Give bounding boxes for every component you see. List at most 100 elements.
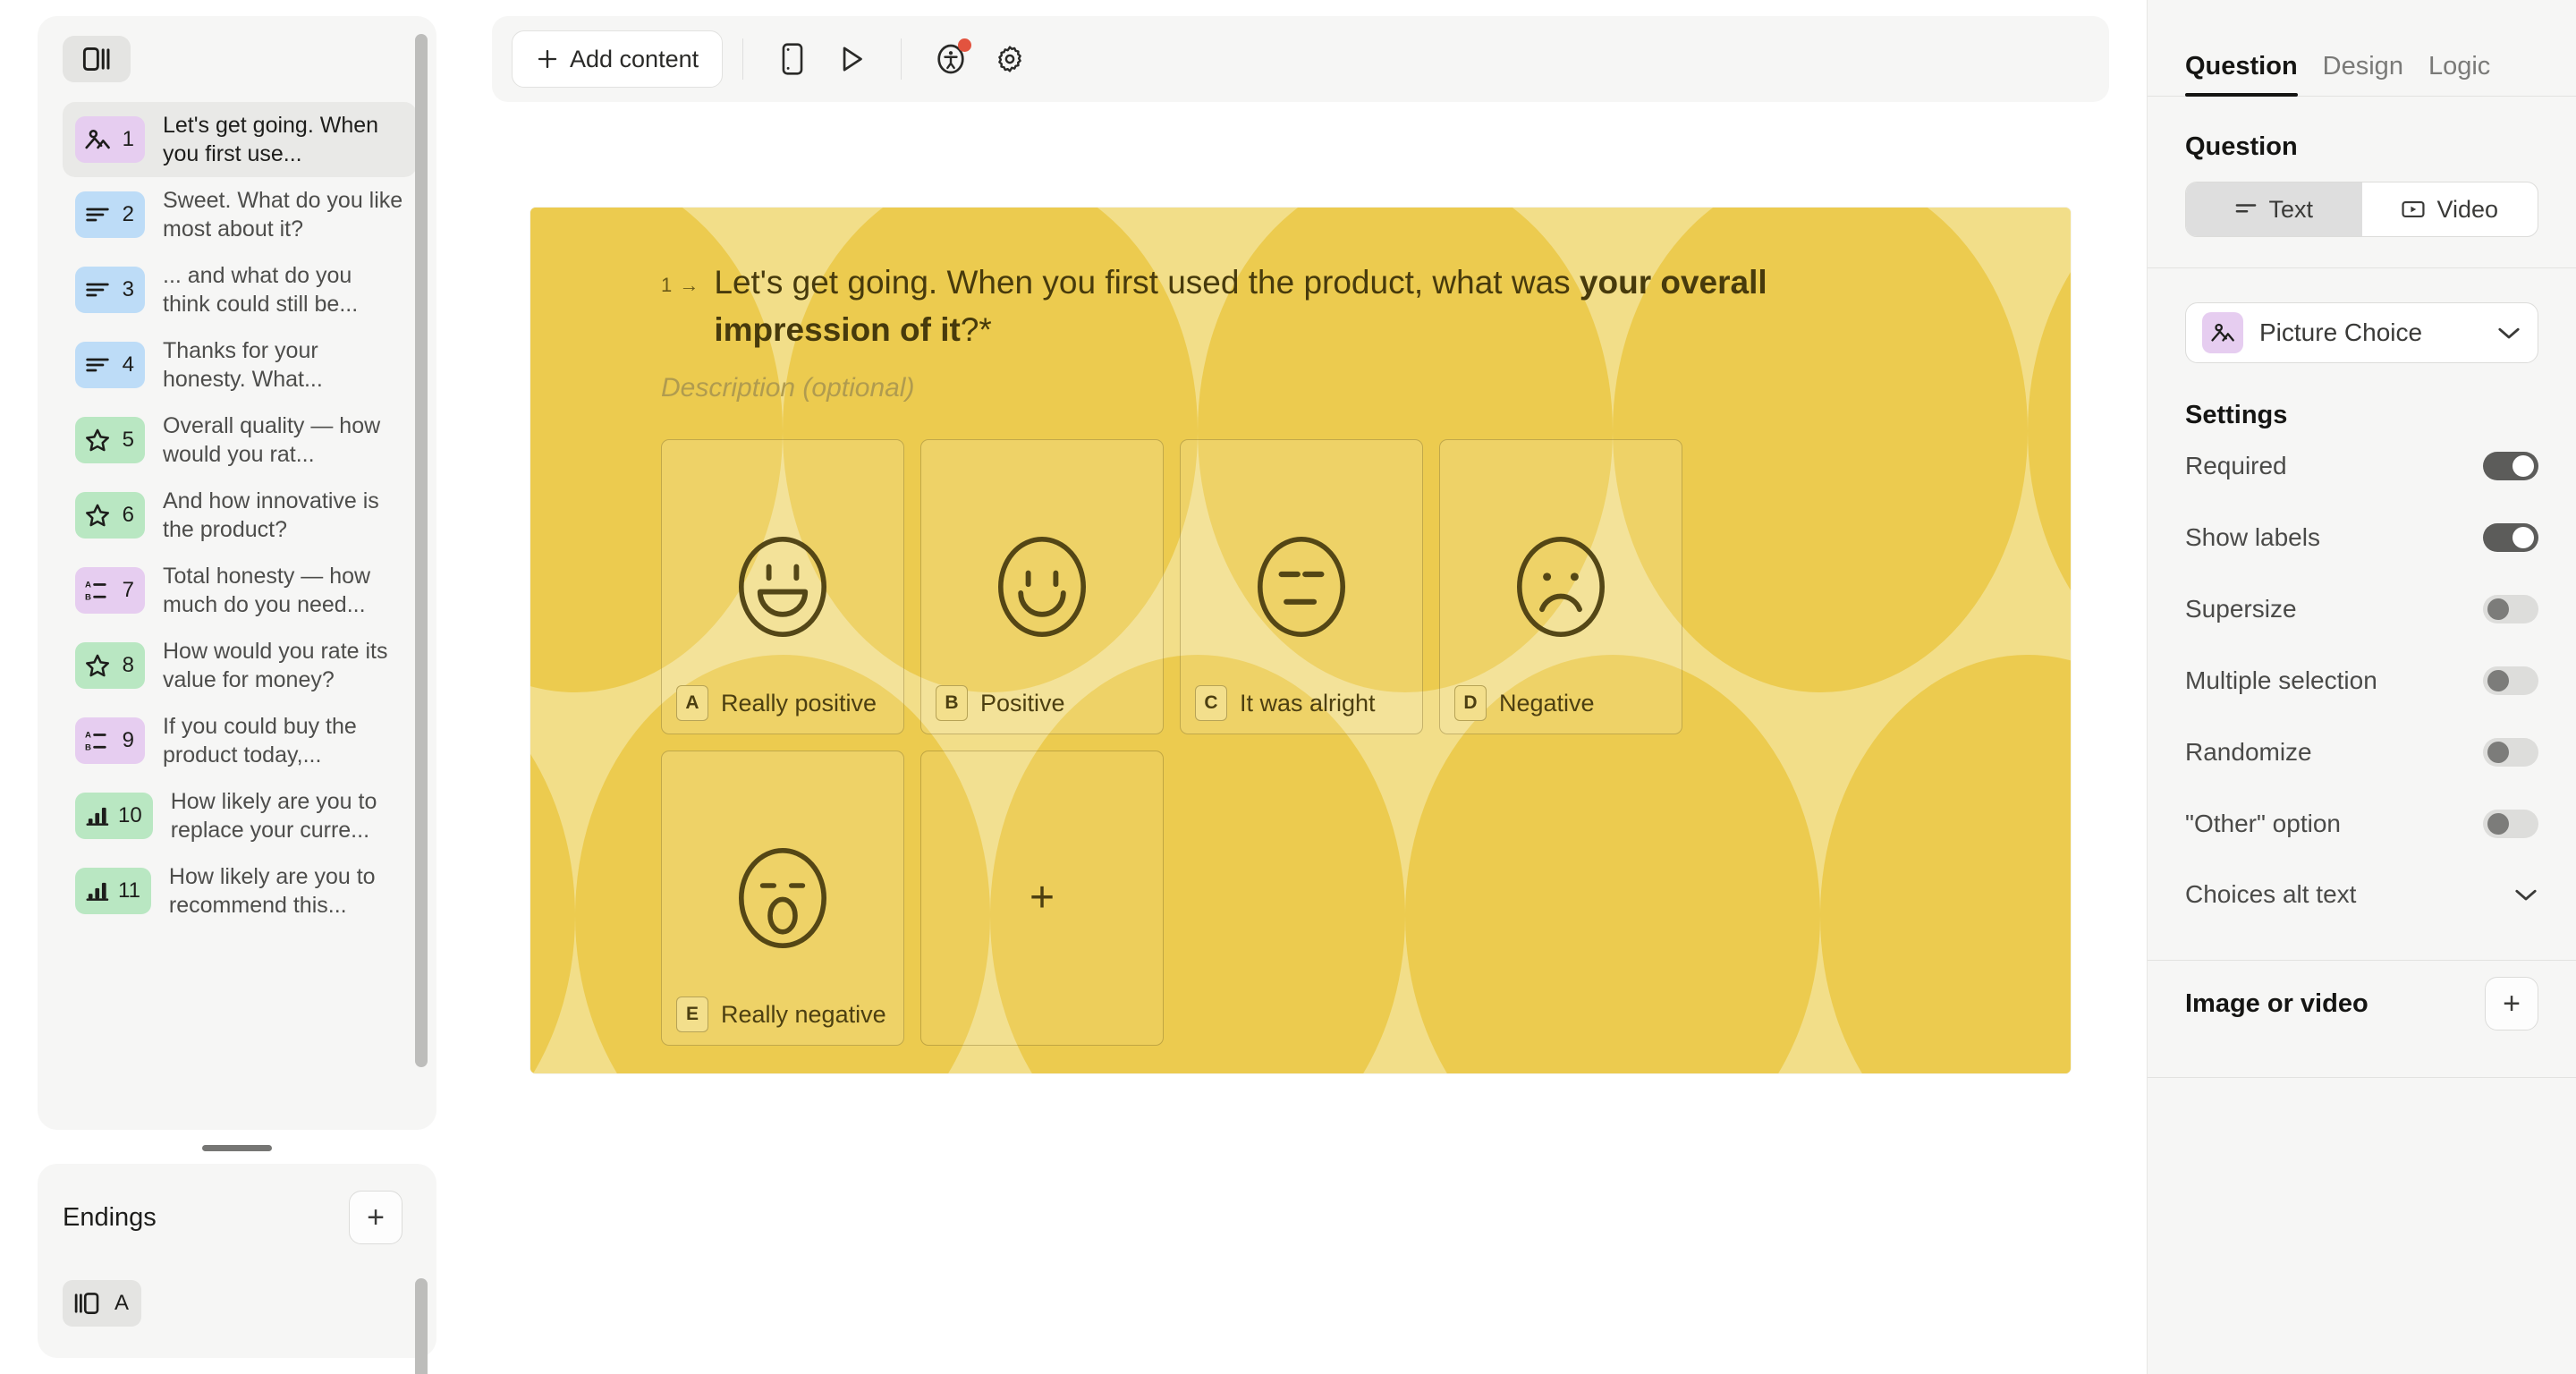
- sidebar-question-3[interactable]: 3 ... and what do you think could still …: [63, 252, 417, 327]
- sidebar-question-9[interactable]: A B 9 If you could buy the product today…: [63, 703, 417, 778]
- grinning-face-icon: [739, 537, 826, 638]
- question-number: 1 →: [661, 259, 699, 297]
- choices-alt-text-label: Choices alt text: [2185, 880, 2357, 908]
- choice-label: It was alright: [1240, 689, 1376, 717]
- tab-design[interactable]: Design: [2323, 52, 2403, 96]
- question-title-preview: Overall quality — how would you rat...: [163, 413, 381, 467]
- choice-label: Really positive: [721, 689, 877, 717]
- question-title-plain: Let's get going. When you first used the…: [714, 264, 1580, 301]
- question-type-select[interactable]: Picture Choice: [2185, 302, 2538, 363]
- image-or-video-row: Image or video +: [2185, 961, 2538, 1047]
- picture-choice-a[interactable]: A Really positive: [661, 439, 904, 735]
- setting-row: Multiple selection: [2185, 645, 2538, 717]
- chevron-down-icon: [2498, 327, 2520, 339]
- media-type-video[interactable]: Video: [2362, 182, 2538, 236]
- setting-label: Supersize: [2185, 595, 2297, 623]
- long-text-icon: [86, 208, 109, 222]
- ending-item-a[interactable]: A: [63, 1280, 141, 1327]
- question-index: 1: [122, 127, 134, 151]
- svg-text:A: A: [85, 581, 91, 590]
- panel-divider-3: [2148, 1077, 2576, 1078]
- question-title-preview: If you could buy the product today,...: [163, 714, 357, 768]
- questions-scrollbar[interactable]: [415, 34, 428, 1067]
- media-type-text[interactable]: Text: [2186, 182, 2362, 236]
- toggle-knob: [2512, 455, 2534, 477]
- sidebar-question-1[interactable]: 1 Let's get going. When you first use...: [63, 102, 417, 177]
- add-picture-choice-button[interactable]: +: [920, 751, 1164, 1047]
- rating-star-icon: [86, 428, 109, 452]
- setting-toggle[interactable]: [2483, 595, 2538, 623]
- question-index: 7: [122, 578, 134, 602]
- add-image-or-video-button[interactable]: +: [2485, 977, 2538, 1030]
- sidebar-question-7[interactable]: A B 7 Total honesty — how much do you ne…: [63, 553, 417, 628]
- choice-label: Negative: [1499, 689, 1595, 717]
- toggle-knob: [2487, 813, 2509, 835]
- endings-scrollbar[interactable]: [415, 1278, 428, 1374]
- picture-choice-e[interactable]: E Really negative: [661, 751, 904, 1047]
- question-type-badge: 10: [75, 793, 153, 839]
- question-description-placeholder[interactable]: Description (optional): [661, 373, 2008, 403]
- tab-logic[interactable]: Logic: [2428, 52, 2490, 96]
- sidebar-question-10[interactable]: 10 How likely are you to replace your cu…: [63, 778, 417, 853]
- astonished-face-icon: [739, 848, 826, 949]
- question-index: 3: [122, 277, 134, 301]
- picture-choice-b[interactable]: B Positive: [920, 439, 1164, 735]
- panel-resize-handle[interactable]: [202, 1145, 272, 1151]
- picture-choice-c[interactable]: C It was alright: [1180, 439, 1423, 735]
- multiple-choice-icon: A B: [85, 581, 106, 602]
- setting-label: Randomize: [2185, 738, 2312, 766]
- canvas-content: 1 → Let's get going. When you first used…: [530, 208, 2071, 1073]
- tab-question[interactable]: Question: [2185, 52, 2298, 97]
- setting-toggle[interactable]: [2483, 666, 2538, 695]
- question-index: 2: [122, 202, 134, 226]
- setting-toggle[interactable]: [2483, 738, 2538, 767]
- question-title-preview: Total honesty — how much do you need...: [163, 564, 371, 617]
- preview-button[interactable]: [822, 31, 881, 87]
- sidebar-question-5[interactable]: 5 Overall quality — how would you rat...: [63, 403, 417, 478]
- chevron-down-icon: [2515, 889, 2537, 901]
- svg-text:A: A: [85, 731, 91, 741]
- question-type-badge: 8: [75, 642, 145, 689]
- question-type-badge: 4: [75, 342, 145, 388]
- mobile-preview-button[interactable]: [763, 31, 822, 87]
- question-index: 9: [122, 728, 134, 752]
- sidebar-question-2[interactable]: 2 Sweet. What do you like most about it?: [63, 177, 417, 252]
- sidebar-question-6[interactable]: 6 And how innovative is the product?: [63, 478, 417, 553]
- opinion-scale-icon: [86, 882, 109, 901]
- add-ending-button[interactable]: +: [349, 1191, 402, 1244]
- accessibility-button[interactable]: [921, 31, 980, 87]
- smiling-face-icon: [998, 537, 1086, 638]
- panel-collapse-button[interactable]: [63, 36, 131, 82]
- sidebar-question-4[interactable]: 4 Thanks for your honesty. What...: [63, 327, 417, 403]
- plus-icon: [538, 49, 557, 69]
- setting-toggle[interactable]: [2483, 810, 2538, 838]
- setting-label: Multiple selection: [2185, 666, 2377, 694]
- choice-footer: E Really negative: [676, 997, 886, 1033]
- question-type-badge: 6: [75, 492, 145, 539]
- settings-button[interactable]: [980, 31, 1039, 87]
- app-root: 1 Let's get going. When you first use...…: [0, 0, 2576, 1374]
- question-type-badge: 11: [75, 868, 151, 914]
- setting-toggle[interactable]: [2483, 523, 2538, 552]
- neutral-face-icon: [1258, 537, 1345, 638]
- question-title[interactable]: Let's get going. When you first used the…: [714, 259, 1769, 353]
- sidebar-question-8[interactable]: 8 How would you rate its value for money…: [63, 628, 417, 703]
- mobile-icon: [782, 43, 803, 75]
- question-canvas: 1 → Let's get going. When you first used…: [530, 208, 2071, 1073]
- picture-choice-d[interactable]: D Negative: [1439, 439, 1682, 735]
- question-title-preview: ... and what do you think could still be…: [163, 263, 359, 317]
- setting-label: Show labels: [2185, 523, 2320, 551]
- toolbar-divider-2: [901, 38, 902, 80]
- add-content-button[interactable]: Add content: [512, 30, 724, 88]
- frowning-face-icon: [1517, 537, 1605, 638]
- ending-screen-icon: [74, 1293, 99, 1314]
- picture-choice-grid: A Really positive B Positive C It was al…: [661, 439, 1699, 1047]
- choices-alt-text-row[interactable]: Choices alt text: [2185, 860, 2538, 929]
- setting-toggle[interactable]: [2483, 452, 2538, 480]
- choice-footer: D Negative: [1454, 685, 1595, 722]
- sidebar-question-11[interactable]: 11 How likely are you to recommend this.…: [63, 853, 417, 929]
- setting-row: Required: [2185, 430, 2538, 502]
- right-settings-panel: Question Design Logic Question Text Video: [2147, 0, 2576, 1374]
- question-type-badge: 1: [75, 116, 145, 163]
- picture-choice-icon: [85, 130, 110, 149]
